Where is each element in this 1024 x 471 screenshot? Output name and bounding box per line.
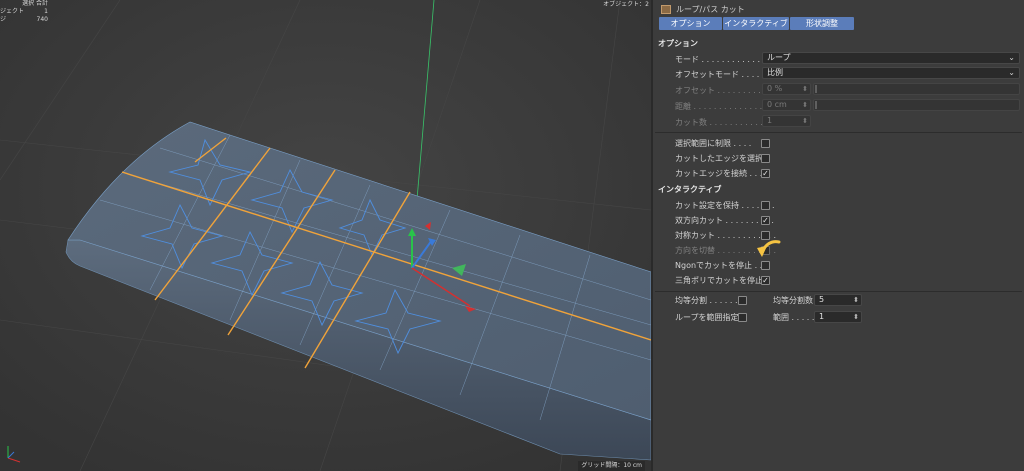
stop-at-triangle-checkbox[interactable]: ✓ — [761, 276, 770, 285]
select-cut-edges-label: カットしたエッジを選択 — [675, 154, 763, 163]
slider-thumb[interactable] — [815, 85, 817, 93]
spinner-icon[interactable]: ⬍ — [853, 312, 859, 322]
even-split-checkbox[interactable] — [738, 296, 747, 305]
chevron-down-icon: ⌄ — [1008, 53, 1015, 62]
cut-count-field[interactable]: 1 ⬍ — [762, 115, 811, 127]
tab-shape-adjust[interactable]: 形状調整 — [790, 17, 854, 30]
attribute-panel: ループ/パス カット オプション インタラクティブ 形状調整 オプション モード… — [651, 0, 1024, 471]
restrict-selection-label: 選択範囲に制限 . . . . — [675, 139, 752, 148]
stats-row: ジェクト 1 — [0, 8, 48, 15]
stop-at-triangle-label: 三角ポリでカットを停止 — [675, 276, 763, 285]
panel-tabs: オプション インタラクティブ 形状調整 — [659, 17, 854, 30]
grid-spacing-readout: グリッド間隔：10 cm — [578, 461, 645, 471]
range-field[interactable]: 1 ⬍ — [814, 311, 862, 323]
offset-mode-dropdown[interactable]: 比例 ⌄ — [762, 67, 1020, 79]
loop-range-checkbox[interactable] — [738, 313, 747, 322]
panel-title: ループ/パス カット — [661, 3, 745, 15]
keep-cut-settings-label: カット設定を保持 . . . . . . . — [675, 201, 775, 210]
spinner-icon[interactable]: ⬍ — [802, 84, 808, 94]
stats-row: ジ 740 — [0, 16, 48, 23]
viewport-scene[interactable] — [0, 0, 651, 471]
divider — [655, 132, 1022, 133]
distance-field[interactable]: 0 cm ⬍ — [762, 99, 811, 111]
spinner-icon[interactable]: ⬍ — [802, 100, 808, 110]
distance-slider[interactable] — [813, 99, 1020, 111]
restrict-selection-checkbox[interactable] — [761, 139, 770, 148]
stop-at-ngon-label: Ngonでカットを停止 . . — [675, 261, 763, 270]
section-options-header: オプション — [658, 39, 698, 48]
mode-dropdown[interactable]: ループ ⌄ — [762, 52, 1020, 64]
annotation-arrow-icon — [757, 240, 781, 257]
panel-title-text: ループ/パス カット — [676, 4, 745, 14]
connect-cut-edges-checkbox[interactable]: ✓ — [761, 169, 770, 178]
keep-cut-settings-checkbox[interactable] — [761, 201, 770, 210]
offset-field[interactable]: 0 % ⬍ — [762, 83, 811, 95]
section-interactive-header: インタラクティブ — [658, 185, 722, 194]
loop-range-label: ループを範囲指定 — [675, 313, 739, 322]
objects-counter: オブジェクト：2 — [603, 1, 649, 8]
select-cut-edges-checkbox[interactable] — [761, 154, 770, 163]
app-root: 選択 合計 ジェクト 1 ジ 740 オブジェクト：2 グリッド間隔：10 cm ル… — [0, 0, 1024, 471]
3d-viewport[interactable]: 選択 合計 ジェクト 1 ジ 740 オブジェクト：2 グリッド間隔：10 cm — [0, 0, 651, 471]
viewport-stats: 選択 合計 ジェクト 1 ジ 740 — [0, 0, 48, 24]
connect-cut-edges-label: カットエッジを接続 . . . . — [675, 169, 768, 178]
divider — [655, 291, 1022, 292]
bidirectional-cut-label: 双方向カット . . . . . . . . . . — [675, 216, 774, 225]
offset-mode-label: オフセットモード . . . . . . — [675, 70, 770, 79]
tab-options[interactable]: オプション — [659, 17, 722, 30]
bidirectional-cut-checkbox[interactable]: ✓ — [761, 216, 770, 225]
even-split-count-label: 均等分割数 — [773, 296, 813, 305]
cube-icon — [661, 4, 671, 14]
even-split-label: 均等分割 . . . . . . . . — [675, 296, 748, 305]
spinner-icon[interactable]: ⬍ — [802, 116, 808, 126]
stats-row: 選択 合計 — [22, 0, 48, 7]
offset-slider[interactable] — [813, 83, 1020, 95]
spinner-icon[interactable]: ⬍ — [853, 295, 859, 305]
tab-interactive[interactable]: インタラクティブ — [723, 17, 789, 30]
even-split-count-field[interactable]: 5 ⬍ — [814, 294, 862, 306]
slider-thumb[interactable] — [815, 101, 817, 109]
chevron-down-icon: ⌄ — [1008, 68, 1015, 77]
stop-at-ngon-checkbox[interactable] — [761, 261, 770, 270]
